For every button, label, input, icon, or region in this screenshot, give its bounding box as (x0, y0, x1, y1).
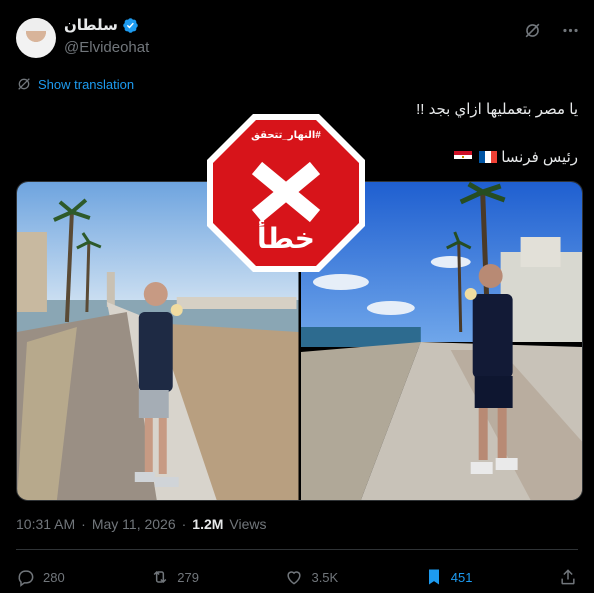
more-options-icon[interactable] (560, 20, 580, 40)
repost-icon (153, 570, 167, 584)
tweet-date[interactable]: May 11, 2026 (92, 516, 176, 532)
share-icon (561, 569, 575, 585)
verified-badge-icon (123, 17, 138, 33)
show-translation-label[interactable]: Show translation (38, 77, 134, 92)
action-bar: 280 279 3.5K 451 (16, 562, 578, 592)
reply-icon (18, 570, 34, 587)
heart-icon (287, 571, 302, 585)
reply-count: 280 (43, 569, 65, 585)
views-label: Views (229, 516, 267, 532)
fact-check-stamp: #النهار_تتحقق خطأ (205, 112, 367, 274)
grok-icon[interactable] (522, 20, 542, 40)
repost-count: 279 (177, 569, 199, 585)
author-name-row[interactable]: سلطان (64, 16, 139, 34)
bookmark-icon (428, 569, 439, 585)
tweet-meta: 10:31 AM · May 11, 2026 · 1.2M Views (16, 516, 267, 532)
author-handle[interactable]: @Elvideohat (64, 39, 149, 56)
divider (16, 549, 578, 550)
bookmark-button[interactable]: 451 (424, 567, 473, 587)
tweet-text-line-1: يا مصر بتعمليها ازاي بجد !! (416, 101, 578, 118)
tweet-text-line-2: رئيس فرنسا (451, 148, 578, 166)
bookmark-count: 451 (450, 569, 473, 585)
like-button[interactable]: 3.5K (284, 567, 338, 587)
separator-dot: · (81, 516, 86, 532)
repost-button[interactable]: 279 (150, 567, 199, 587)
tweet-text-president: رئيس فرنسا (501, 149, 578, 166)
share-button[interactable] (558, 567, 578, 587)
avatar[interactable] (16, 18, 56, 58)
separator-dot: · (181, 516, 187, 532)
reply-button[interactable]: 280 (16, 567, 65, 587)
tweet-time[interactable]: 10:31 AM (16, 516, 75, 532)
translate-icon (18, 78, 30, 90)
egypt-flag-icon (454, 151, 473, 163)
stamp-hashtag: #النهار_تتحقق (251, 130, 321, 141)
views-count: 1.2M (192, 516, 224, 532)
france-flag-icon (479, 151, 498, 163)
author-display-name[interactable]: سلطان (64, 16, 118, 34)
show-translation-link[interactable]: Show translation (16, 76, 134, 92)
like-count: 3.5K (311, 569, 339, 585)
stamp-verdict: خطأ (257, 223, 315, 254)
